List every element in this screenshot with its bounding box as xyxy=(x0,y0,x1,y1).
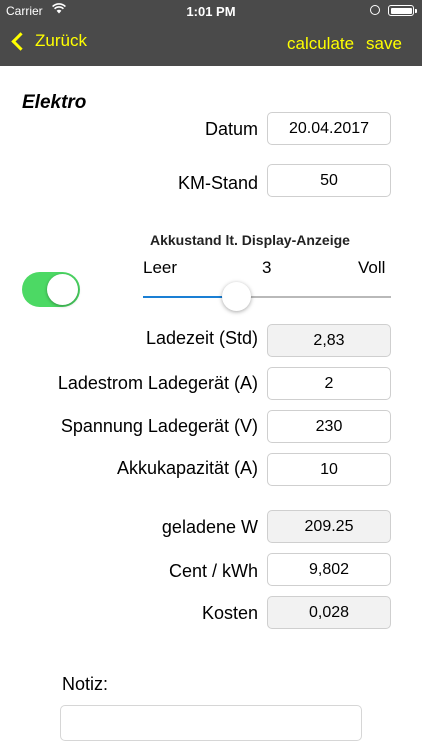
navigation-bar: Zurück calculate save xyxy=(0,22,422,66)
akku-title: Akkustand lt. Display-Anzeige xyxy=(150,232,350,248)
back-button[interactable]: Zurück xyxy=(10,31,87,51)
slider-track-empty xyxy=(237,296,391,298)
chevron-left-icon xyxy=(11,31,30,51)
section-title: Elektro xyxy=(22,92,87,113)
akkukapazitaet-label: Akkukapazität (A) xyxy=(116,458,258,478)
notiz-label: Notiz: xyxy=(62,674,109,694)
slider-thumb[interactable] xyxy=(222,282,251,311)
akku-slider[interactable] xyxy=(143,282,391,312)
alarm-icon xyxy=(370,5,380,15)
spannung-label: Spannung Ladegerät (V) xyxy=(60,416,258,436)
datum-field[interactable]: 20.04.2017 xyxy=(267,112,391,145)
top-bar: Carrier 1:01 PM Zurück calculate save xyxy=(0,0,422,66)
ladezeit-field: 2,83 xyxy=(267,324,391,357)
akkukapazitaet-field[interactable]: 10 xyxy=(267,453,391,486)
battery-icon xyxy=(388,5,417,16)
km-stand-label: KM-Stand xyxy=(177,173,258,193)
cent-kwh-label: Cent / kWh xyxy=(168,561,258,581)
toggle-knob xyxy=(47,274,78,305)
kosten-label: Kosten xyxy=(201,603,258,623)
status-bar: Carrier 1:01 PM xyxy=(0,0,422,22)
slider-max-label: Voll xyxy=(358,258,386,277)
save-button[interactable]: save xyxy=(366,34,402,54)
calculate-button[interactable]: calculate xyxy=(287,34,354,54)
status-time: 1:01 PM xyxy=(186,4,236,19)
akku-toggle[interactable] xyxy=(22,272,80,307)
kosten-field: 0,028 xyxy=(267,596,391,629)
km-stand-field[interactable]: 50 xyxy=(267,164,391,197)
ladestrom-field[interactable]: 2 xyxy=(267,367,391,400)
akku-value: 3 xyxy=(262,258,272,277)
ladestrom-label: Ladestrom Ladegerät (A) xyxy=(57,373,258,393)
geladene-w-field: 209.25 xyxy=(267,510,391,543)
notiz-field[interactable] xyxy=(60,705,362,741)
geladene-w-label: geladene W xyxy=(161,517,258,537)
cent-kwh-field[interactable]: 9,802 xyxy=(267,553,391,586)
spannung-field[interactable]: 230 xyxy=(267,410,391,443)
slider-min-label: Leer xyxy=(143,258,178,277)
datum-label: Datum xyxy=(204,119,258,139)
back-label: Zurück xyxy=(35,31,87,50)
ladezeit-label: Ladezeit (Std) xyxy=(145,328,258,348)
